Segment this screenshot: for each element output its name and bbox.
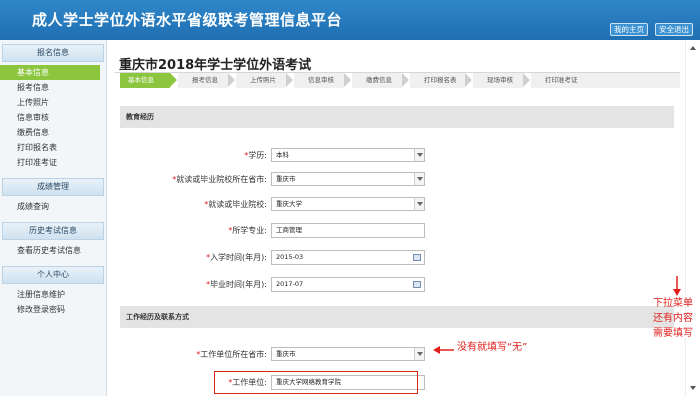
- chevron-down-icon: [414, 348, 424, 360]
- form-row-work-province: *工作单位所在省市: 重庆市: [107, 347, 667, 362]
- sidebar-group-registration: 报名信息: [2, 44, 104, 62]
- grad-time-value: 2017-07: [276, 280, 304, 288]
- education-select[interactable]: 本科: [271, 148, 425, 162]
- sidebar-item-basic-info[interactable]: 基本信息: [0, 65, 100, 80]
- form-row-grad-time: *毕业时间(年月): 2017-07: [107, 277, 667, 292]
- sidebar-item-exam-info[interactable]: 报考信息: [0, 80, 106, 95]
- step-arrow-icon: [523, 73, 530, 87]
- step-basic-info[interactable]: 基本信息: [120, 73, 170, 88]
- major-input[interactable]: 工商管理: [271, 223, 425, 238]
- form-row-school: *就读或毕业院校: 重庆大学: [107, 197, 667, 212]
- chevron-down-icon: [414, 198, 424, 210]
- form-row-school-province: *就读或毕业院校所在省市: 重庆市: [107, 172, 667, 187]
- work-province-label: 工作单位所在省市:: [200, 350, 267, 359]
- education-value: 本科: [276, 151, 289, 159]
- school-value: 重庆大学: [276, 200, 302, 208]
- sidebar-group-personal: 个人中心: [2, 266, 104, 284]
- annotation-line-2: 还有内容: [653, 313, 693, 324]
- scroll-up-icon[interactable]: [690, 46, 696, 50]
- chevron-down-icon: [414, 173, 424, 185]
- school-province-select[interactable]: 重庆市: [271, 172, 425, 186]
- step-arrow-icon: [228, 73, 235, 87]
- calendar-icon[interactable]: [413, 281, 421, 288]
- annotation-line-1: 下拉菜单: [653, 298, 693, 309]
- annotation-highlight-box: [214, 371, 418, 394]
- form-row-major: *所学专业: 工商管理: [107, 223, 667, 238]
- home-button[interactable]: 我的主页: [610, 23, 648, 36]
- work-province-value: 重庆市: [276, 350, 296, 358]
- sidebar: 报名信息 基本信息 报考信息 上传照片 信息审核 缴费信息 打印报名表 打印准考…: [0, 40, 107, 396]
- grad-time-label: 毕业时间(年月):: [210, 280, 267, 289]
- app-title: 成人学士学位外语水平省级联考管理信息平台: [32, 11, 343, 29]
- sidebar-item-upload-photo[interactable]: 上传照片: [0, 95, 106, 110]
- sidebar-item-print-form[interactable]: 打印报名表: [0, 140, 106, 155]
- sidebar-item-score-query[interactable]: 成绩查询: [0, 199, 106, 214]
- sidebar-group-history: 历史考试信息: [2, 222, 104, 240]
- enroll-time-input[interactable]: 2015-03: [271, 250, 425, 265]
- section-work-contact: 工作经历及联系方式: [120, 306, 674, 328]
- step-onsite-review[interactable]: 现场审核: [473, 73, 523, 88]
- step-print-form[interactable]: 打印报名表: [410, 73, 465, 88]
- grad-time-input[interactable]: 2017-07: [271, 277, 425, 292]
- step-payment[interactable]: 缴费信息: [352, 73, 402, 88]
- step-arrow-icon: [170, 73, 177, 87]
- school-select[interactable]: 重庆大学: [271, 197, 425, 211]
- step-upload-photo[interactable]: 上传照片: [236, 73, 286, 88]
- enroll-time-value: 2015-03: [276, 253, 304, 261]
- sidebar-item-history[interactable]: 查看历史考试信息: [0, 243, 106, 258]
- sidebar-item-info-review[interactable]: 信息审核: [0, 110, 106, 125]
- enroll-time-label: 入学时间(年月):: [210, 253, 267, 262]
- step-arrow-icon: [402, 73, 409, 87]
- form-row-enroll-time: *入学时间(年月): 2015-03: [107, 250, 667, 265]
- step-arrow-icon: [286, 73, 293, 87]
- page-title: 重庆市2018年学士学位外语考试: [119, 58, 312, 73]
- chevron-down-icon: [414, 149, 424, 161]
- step-arrow-icon: [344, 73, 351, 87]
- sidebar-item-password[interactable]: 修改登录密码: [0, 302, 106, 317]
- calendar-icon[interactable]: [413, 254, 421, 261]
- step-arrow-icon: [465, 73, 472, 87]
- school-province-value: 重庆市: [276, 175, 296, 183]
- vertical-scrollbar[interactable]: [685, 40, 700, 396]
- app-header: 成人学士学位外语水平省级联考管理信息平台 我的主页 安全退出: [0, 0, 700, 40]
- section-education: 教育经历: [120, 106, 674, 128]
- sidebar-item-profile[interactable]: 注册信息维护: [0, 287, 106, 302]
- scroll-down-icon[interactable]: [690, 386, 696, 390]
- step-info-review[interactable]: 信息审核: [294, 73, 344, 88]
- sidebar-group-scores: 成绩管理: [2, 178, 104, 196]
- main-content: 重庆市2018年学士学位外语考试 基本信息 报考信息 上传照片 信息审核 缴费信…: [107, 40, 685, 396]
- step-print-ticket[interactable]: 打印准考证: [531, 73, 680, 88]
- school-label: 就读或毕业院校:: [208, 200, 267, 209]
- form-row-education: *学历: 本科: [107, 148, 667, 163]
- school-province-label: 就读或毕业院校所在省市:: [176, 175, 267, 184]
- logout-button[interactable]: 安全退出: [655, 23, 693, 36]
- major-label: 所学专业:: [232, 226, 267, 235]
- annotation-dropdown-more: 下拉菜单 还有内容 需要填写: [650, 296, 696, 341]
- annotation-line-3: 需要填写: [653, 328, 693, 339]
- sidebar-item-print-ticket[interactable]: 打印准考证: [0, 155, 106, 170]
- sidebar-item-payment[interactable]: 缴费信息: [0, 125, 106, 140]
- step-progress: 基本信息 报考信息 上传照片 信息审核 缴费信息 打印报名表 现场审核 打印准考…: [120, 73, 680, 88]
- education-label: 学历:: [248, 151, 267, 160]
- annotation-arrow-left-icon: [433, 346, 454, 354]
- work-province-select[interactable]: 重庆市: [271, 347, 425, 361]
- step-exam-info[interactable]: 报考信息: [178, 73, 228, 88]
- annotation-arrow-down-icon: [673, 276, 681, 296]
- annotation-fill-none: 没有就填写“无”: [457, 342, 528, 353]
